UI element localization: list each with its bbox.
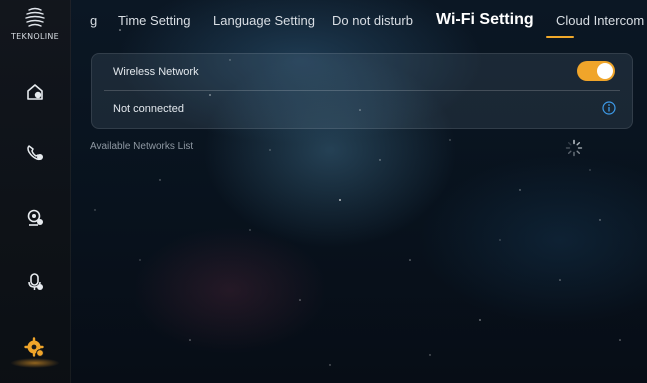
phone-icon — [27, 145, 43, 161]
available-networks-label: Available Networks List — [90, 141, 194, 152]
wifi-settings-card: Wireless Network Not connected — [91, 53, 633, 129]
sidebar: TEKNOLINE — [0, 0, 71, 383]
gear-icon — [24, 337, 44, 357]
sidebar-item-monitor[interactable] — [20, 203, 50, 233]
brand-logo: TEKNOLINE — [0, 6, 70, 41]
wireless-network-toggle[interactable] — [577, 61, 615, 81]
sidebar-item-home[interactable] — [20, 77, 50, 107]
tab-wifi-setting[interactable]: Wi-Fi Setting — [436, 11, 534, 29]
tab-cloud-intercom[interactable]: Cloud Intercom — [556, 13, 644, 28]
brand-name: TEKNOLINE — [10, 32, 60, 41]
tab-partial-previous[interactable]: g — [90, 13, 97, 28]
card-divider — [104, 90, 620, 91]
active-tab-underline — [546, 36, 574, 38]
sidebar-item-recordings[interactable] — [20, 267, 50, 297]
loading-spinner-icon — [565, 139, 583, 157]
tab-time-setting[interactable]: Time Setting — [118, 13, 191, 28]
record-icon — [28, 273, 43, 290]
camera-icon — [27, 209, 43, 226]
active-item-indicator — [10, 358, 60, 368]
settings-tab-bar: g Time Setting Language Setting Do not d… — [70, 0, 647, 45]
toggle-knob — [597, 63, 613, 79]
info-icon[interactable] — [602, 101, 616, 115]
wireless-network-label: Wireless Network — [113, 66, 199, 78]
home-icon — [27, 84, 43, 100]
connection-status-text: Not connected — [113, 103, 184, 115]
globe-logo-icon — [25, 7, 45, 27]
tab-do-not-disturb[interactable]: Do not disturb — [332, 13, 413, 28]
tab-language-setting[interactable]: Language Setting — [213, 13, 315, 28]
sidebar-item-calls[interactable] — [20, 138, 50, 168]
